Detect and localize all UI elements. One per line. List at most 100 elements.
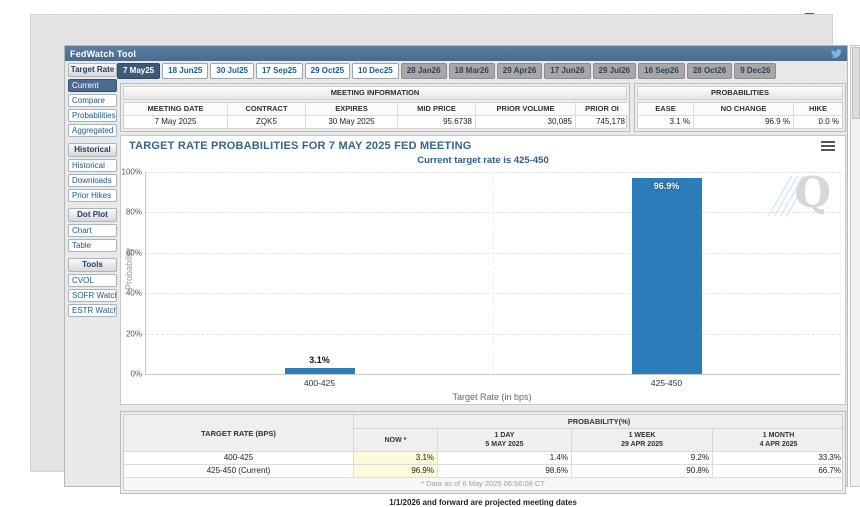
sidebar-item-sofr-watch[interactable]: SOFR Watch bbox=[68, 289, 117, 302]
sidebar-item-cvol[interactable]: CVOL bbox=[68, 274, 117, 287]
x-category-label: 425-450 bbox=[651, 378, 682, 388]
probabilities-panel: PROBABILITIES EASENO CHANGEHIKE 3.1 %96.… bbox=[634, 83, 846, 132]
tab-29-jul26[interactable]: 29 Jul26 bbox=[593, 63, 637, 79]
meeting-info-col-header: EXPIRES bbox=[306, 103, 398, 115]
probability-summary-header: EASE bbox=[638, 103, 694, 115]
probability-chart: TARGET RATE PROBABILITIES FOR 7 MAY 2025… bbox=[120, 135, 846, 405]
sidebar-item-current[interactable]: Current bbox=[68, 79, 117, 92]
probability-bar-425-450[interactable] bbox=[632, 178, 702, 374]
meeting-date-tabs: 7 May2518 Jun2530 Jul2517 Sep2529 Oct251… bbox=[117, 63, 776, 79]
tab-10-dec25[interactable]: 10 Dec25 bbox=[352, 63, 399, 79]
chart-title: TARGET RATE PROBABILITIES FOR 7 MAY 2025… bbox=[129, 140, 471, 152]
history-col-header-line2: 5 MAY 2025 bbox=[485, 440, 523, 449]
tab-16-sep26[interactable]: 16 Sep26 bbox=[638, 63, 685, 79]
meeting-info-value: 30 May 2025 bbox=[306, 116, 398, 128]
history-prob-cell: 9.2% bbox=[572, 452, 713, 464]
category-band-400-425: 3.1%400-425 bbox=[146, 172, 493, 374]
sidebar-item-prior-hikes[interactable]: Prior Hikes bbox=[68, 189, 117, 202]
y-tick-label: 60% bbox=[126, 248, 142, 257]
bar-data-label: 3.1% bbox=[309, 355, 330, 365]
history-col-header: 1 MONTH4 APR 2025 bbox=[713, 429, 844, 451]
sidebar-item-aggregated[interactable]: Aggregated bbox=[68, 124, 117, 137]
widget-titlebar: FedWatch Tool bbox=[65, 46, 847, 61]
history-rate-cell: 400-425 bbox=[124, 452, 354, 464]
history-col-header: 1 DAY5 MAY 2025 bbox=[438, 429, 572, 451]
probability-summary-header: NO CHANGE bbox=[694, 103, 794, 115]
meeting-info-value: 7 May 2025 bbox=[124, 116, 228, 128]
history-prob-cell: 98.6% bbox=[438, 465, 572, 477]
tab-28-jan26[interactable]: 28 Jan26 bbox=[401, 63, 447, 79]
tab-28-oct26[interactable]: 28 Oct26 bbox=[687, 63, 732, 79]
chart-menu-icon[interactable] bbox=[821, 141, 835, 153]
y-tick-label: 0% bbox=[130, 370, 142, 379]
sidebar-item-estr-watch[interactable]: ESTR Watch bbox=[68, 304, 117, 317]
meeting-info-header-row: MEETING DATECONTRACTEXPIRESMID PRICEPRIO… bbox=[124, 103, 626, 115]
probabilities-table: EASENO CHANGEHIKE 3.1 %96.9 %0.0 % bbox=[637, 102, 843, 129]
x-category-label: 400-425 bbox=[304, 378, 335, 388]
y-tick-label: 40% bbox=[126, 289, 142, 298]
history-prob-cell: 66.7% bbox=[713, 465, 844, 477]
tab-30-jul25[interactable]: 30 Jul25 bbox=[210, 63, 254, 79]
history-prob-cell: 3.1% bbox=[354, 452, 438, 464]
y-tick-label: 100% bbox=[122, 168, 142, 177]
tab-17-jun26[interactable]: 17 Jun26 bbox=[544, 63, 590, 79]
history-col-header-line1: 1 WEEK bbox=[629, 431, 656, 440]
history-prob-cell: 90.8% bbox=[572, 465, 713, 477]
target-rate-bps-header: TARGET RATE (BPS) bbox=[124, 415, 354, 451]
twitter-icon[interactable] bbox=[831, 48, 842, 59]
history-col-header: NOW * bbox=[354, 429, 438, 451]
tab-29-apr26[interactable]: 29 Apr26 bbox=[497, 63, 543, 79]
tab-29-oct25[interactable]: 29 Oct25 bbox=[305, 63, 350, 79]
probability-summary-value: 3.1 % bbox=[638, 116, 694, 128]
tab-7-may25[interactable]: 7 May25 bbox=[117, 63, 160, 79]
history-prob-cell: 33.3% bbox=[713, 452, 844, 464]
history-table-row: 425-450 (Current)96.9%98.6%90.8%66.7% bbox=[124, 464, 842, 477]
probability-history-header: TARGET RATE (BPS) PROBABILITY(%) NOW * 1 … bbox=[124, 415, 842, 451]
chart-plot-area: 0%20%40%60%80%100%3.1%400-42596.9%425-45… bbox=[145, 172, 840, 375]
sidebar-item-downloads[interactable]: Downloads bbox=[68, 174, 117, 187]
sidebar-nav: Target RateCurrentCompareProbabilitiesAg… bbox=[68, 63, 117, 319]
history-col-header: 1 WEEK29 APR 2025 bbox=[572, 429, 713, 451]
meeting-info-value-row: 7 May 2025ZQK530 May 202595.673830,08574… bbox=[124, 115, 626, 128]
history-prob-cell: 96.9% bbox=[354, 465, 438, 477]
probabilities-header-row: EASENO CHANGEHIKE bbox=[638, 103, 842, 115]
tab-17-sep25[interactable]: 17 Sep25 bbox=[256, 63, 303, 79]
sidebar-item-historical[interactable]: Historical bbox=[68, 159, 117, 172]
summary-tables-row: MEETING INFORMATION MEETING DATECONTRACT… bbox=[120, 83, 846, 132]
probability-summary-value: 0.0 % bbox=[794, 116, 842, 128]
history-col-header-line2: 4 APR 2025 bbox=[760, 440, 798, 449]
x-gridline bbox=[840, 172, 841, 374]
meeting-information-table: MEETING DATECONTRACTEXPIRESMID PRICEPRIO… bbox=[123, 102, 627, 129]
meeting-info-value: 745,178 bbox=[576, 116, 628, 128]
history-col-header-line2: 29 APR 2025 bbox=[621, 440, 663, 449]
tab-18-mar26[interactable]: 18 Mar26 bbox=[449, 63, 495, 79]
y-tick-label: 80% bbox=[126, 208, 142, 217]
sidebar-section-tools: Tools bbox=[68, 258, 117, 272]
bar-data-label: 96.9% bbox=[654, 181, 680, 191]
probability-history-panel: TARGET RATE (BPS) PROBABILITY(%) NOW * 1 … bbox=[120, 411, 846, 494]
meeting-information-title: MEETING INFORMATION bbox=[123, 86, 627, 100]
tab-18-jun25[interactable]: 18 Jun25 bbox=[162, 63, 208, 79]
chart-subtitle: Current target rate is 425-450 bbox=[121, 155, 845, 166]
meeting-info-col-header: MEETING DATE bbox=[124, 103, 228, 115]
meeting-info-value: 95.6738 bbox=[398, 116, 476, 128]
main-content: MEETING INFORMATION MEETING DATECONTRACT… bbox=[120, 83, 846, 507]
probability-bar-400-425[interactable] bbox=[285, 368, 355, 374]
probabilities-value-row: 3.1 %96.9 %0.0 % bbox=[638, 115, 842, 128]
tab-9-dec26[interactable]: 9 Dec26 bbox=[734, 63, 776, 79]
x-axis-label: Target Rate (in bps) bbox=[145, 392, 839, 402]
sidebar-item-probabilities[interactable]: Probabilities bbox=[68, 109, 117, 122]
sidebar-item-compare[interactable]: Compare bbox=[68, 94, 117, 107]
history-col-header-line1: NOW * bbox=[385, 436, 407, 445]
projected-dates-note: 1/1/2026 and forward are projected meeti… bbox=[120, 498, 846, 507]
meeting-info-col-header: PRIOR OI bbox=[576, 103, 628, 115]
probability-group-header: PROBABILITY(%) bbox=[354, 415, 844, 429]
sidebar-item-chart[interactable]: Chart bbox=[68, 224, 117, 237]
probabilities-title: PROBABILITIES bbox=[637, 86, 843, 100]
meeting-information-panel: MEETING INFORMATION MEETING DATECONTRACT… bbox=[120, 83, 630, 132]
history-col-header-line1: 1 MONTH bbox=[763, 431, 795, 440]
page-scrollbar[interactable] bbox=[850, 45, 860, 487]
meeting-info-col-header: MID PRICE bbox=[398, 103, 476, 115]
fedwatch-embed-region: FedWatch Tool 7 May2518 Jun2530 Jul2517 … bbox=[30, 14, 833, 472]
sidebar-item-table[interactable]: Table bbox=[68, 239, 117, 252]
